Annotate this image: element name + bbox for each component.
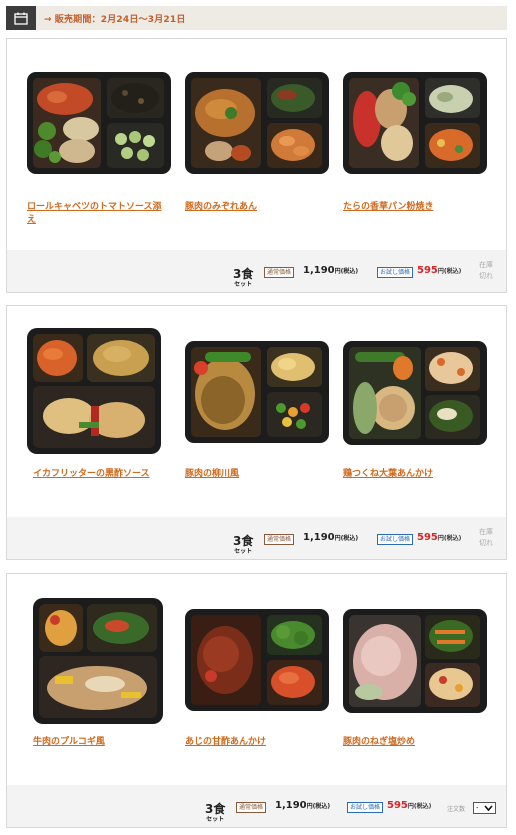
trial-price-badge: お試し価格 xyxy=(377,534,414,545)
stock-status: 在庫切れ xyxy=(479,528,493,547)
quantity-select[interactable]: - xyxy=(473,802,496,814)
set-card-3: 牛肉のプルコギ風 あじの甘酢あんかけ 豚肉のねぎ塩炒め 3食 セット 通常価格 … xyxy=(6,573,507,828)
normal-price: 1,190円(税込) xyxy=(303,265,359,276)
set-card-1: ロールキャベツのトマトソース添え 豚肉のみぞれあん たらの香草パン粉焼き 3食 … xyxy=(6,38,507,293)
normal-price: 1,190円(税込) xyxy=(303,532,359,543)
normal-price: 1,190円(税込) xyxy=(275,800,331,811)
normal-price-badge: 通常価格 xyxy=(236,802,267,813)
quantity-label: 注文数 xyxy=(447,806,466,813)
menu-item-link[interactable]: 鶏つくね大葉あんかけ xyxy=(343,468,481,481)
meal-tray-image[interactable] xyxy=(25,596,175,730)
meal-tray-image[interactable] xyxy=(341,338,491,452)
meal-tray-image[interactable] xyxy=(25,326,175,460)
set-count: 3食 セット xyxy=(233,534,254,555)
meal-tray-image[interactable] xyxy=(341,69,491,181)
set-count: 3食 セット xyxy=(233,267,254,288)
sale-period-bar: → 販売期間：2月24日～3月21日 xyxy=(6,6,507,30)
sale-period-text: → 販売期間：2月24日～3月21日 xyxy=(44,14,186,25)
menu-item-link[interactable]: 豚肉のみぞれあん xyxy=(185,201,323,214)
meal-tray-image[interactable] xyxy=(183,69,333,181)
chevron-down-icon xyxy=(484,804,493,814)
trial-price: 595円(税込) xyxy=(417,265,462,276)
stock-status: 在庫切れ xyxy=(479,261,493,280)
menu-item-link[interactable]: あじの甘酢あんかけ xyxy=(185,736,323,749)
menu-item-link[interactable]: 豚肉の柳川風 xyxy=(185,468,323,481)
set-count: 3食 セット xyxy=(205,802,226,823)
meal-tray-image[interactable] xyxy=(25,69,175,181)
price-row: 3食 セット 通常価格 1,190円(税込) お試し価格 595円(税込) 在庫… xyxy=(7,517,506,559)
menu-item-link[interactable]: 牛肉のプルコギ風 xyxy=(33,736,171,749)
trial-price: 595円(税込) xyxy=(387,800,432,811)
menu-item-link[interactable]: たらの香草パン粉焼き xyxy=(343,201,481,214)
calendar-icon xyxy=(6,6,36,30)
menu-item-link[interactable]: ロールキャベツのトマトソース添え xyxy=(27,201,165,227)
normal-price-badge: 通常価格 xyxy=(264,534,295,545)
price-row: 3食 セット 通常価格 1,190円(税込) お試し価格 595円(税込) 注文… xyxy=(7,785,506,827)
trial-price-badge: お試し価格 xyxy=(377,267,414,278)
meal-tray-image[interactable] xyxy=(183,606,333,718)
menu-item-link[interactable]: 豚肉のねぎ塩炒め xyxy=(343,736,481,749)
trial-price: 595円(税込) xyxy=(417,532,462,543)
arrow-right-icon: → xyxy=(44,14,52,25)
menu-item-link[interactable]: イカフリッターの黒酢ソース xyxy=(33,468,171,481)
meal-tray-image[interactable] xyxy=(183,338,333,450)
meal-tray-image[interactable] xyxy=(341,606,491,720)
price-row: 3食 セット 通常価格 1,190円(税込) お試し価格 595円(税込) 在庫… xyxy=(7,250,506,292)
trial-price-badge: お試し価格 xyxy=(347,802,384,813)
normal-price-badge: 通常価格 xyxy=(264,267,295,278)
set-card-2: イカフリッターの黒酢ソース 豚肉の柳川風 鶏つくね大葉あんかけ 3食 セット 通… xyxy=(6,305,507,560)
